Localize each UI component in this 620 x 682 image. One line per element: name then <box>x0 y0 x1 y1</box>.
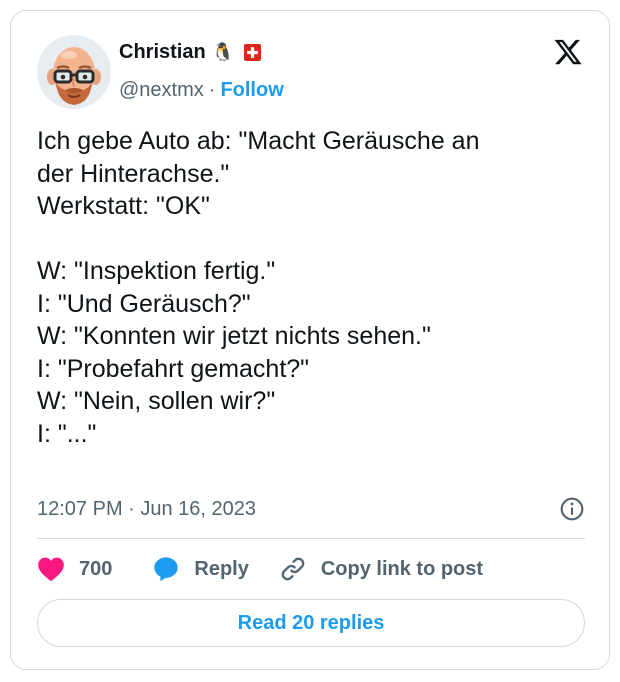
reply-button[interactable]: Reply <box>152 555 249 583</box>
memoji-avatar-icon <box>37 35 111 109</box>
separator-dot: · <box>208 79 216 101</box>
tweet-line: W: "Konnten wir jetzt nichts sehen." <box>37 322 431 350</box>
penguin-emoji: 🐧 <box>211 41 235 63</box>
tweet-line: I: "Und Geräusch?" <box>37 289 251 318</box>
info-icon[interactable] <box>559 496 585 522</box>
link-icon <box>281 557 305 581</box>
meta-row: 12:07 PM · Jun 16, 2023 <box>37 495 585 523</box>
copy-link-label: Copy link to post <box>320 557 484 580</box>
copy-link-button[interactable]: Copy link to post <box>279 555 483 583</box>
like-button[interactable]: 700 <box>37 556 112 582</box>
tweet-line: I: "Probefahrt gemacht?" <box>37 354 310 383</box>
read-replies-label: Read 20 replies <box>237 611 385 634</box>
tweet-line: W: "Nein, sollen wir?" <box>37 387 276 415</box>
timestamp-link[interactable]: 12:07 PM · Jun 16, 2023 <box>37 498 256 521</box>
author-name-row: Christian 🐧 <box>119 39 262 65</box>
tweet-line: I: "..." <box>37 419 97 448</box>
heart-icon <box>38 557 64 582</box>
tweet-line: W: "Inspektion fertig." <box>37 257 276 285</box>
reply-label: Reply <box>194 557 249 580</box>
tweet-line: Werkstatt: "OK" <box>37 192 210 220</box>
display-name[interactable]: Christian <box>119 41 206 64</box>
tweet-text: Ich gebe Auto ab: "Macht Geräusche an de… <box>37 125 587 450</box>
swiss-flag-icon <box>244 43 262 61</box>
follow-button[interactable]: Follow <box>220 79 283 102</box>
x-logo-icon[interactable] <box>553 37 583 67</box>
divider <box>37 538 585 539</box>
avatar[interactable] <box>37 35 111 109</box>
actions-row: 700 Reply Copy link to post <box>37 552 483 586</box>
tweet-line: Ich gebe Auto ab: "Macht Geräusche an <box>37 127 480 155</box>
like-count: 700 <box>79 557 113 580</box>
tweet-card: Christian 🐧 @nextmx · Follow Ich gebe Au… <box>10 10 610 670</box>
tweet-line <box>37 223 587 256</box>
reply-bubble-icon <box>154 557 179 582</box>
read-replies-button[interactable]: Read 20 replies <box>37 599 585 647</box>
tweet-line: der Hinterachse." <box>37 159 230 188</box>
author-handle[interactable]: @nextmx <box>119 79 204 102</box>
handle-row: @nextmx · Follow <box>119 79 284 102</box>
